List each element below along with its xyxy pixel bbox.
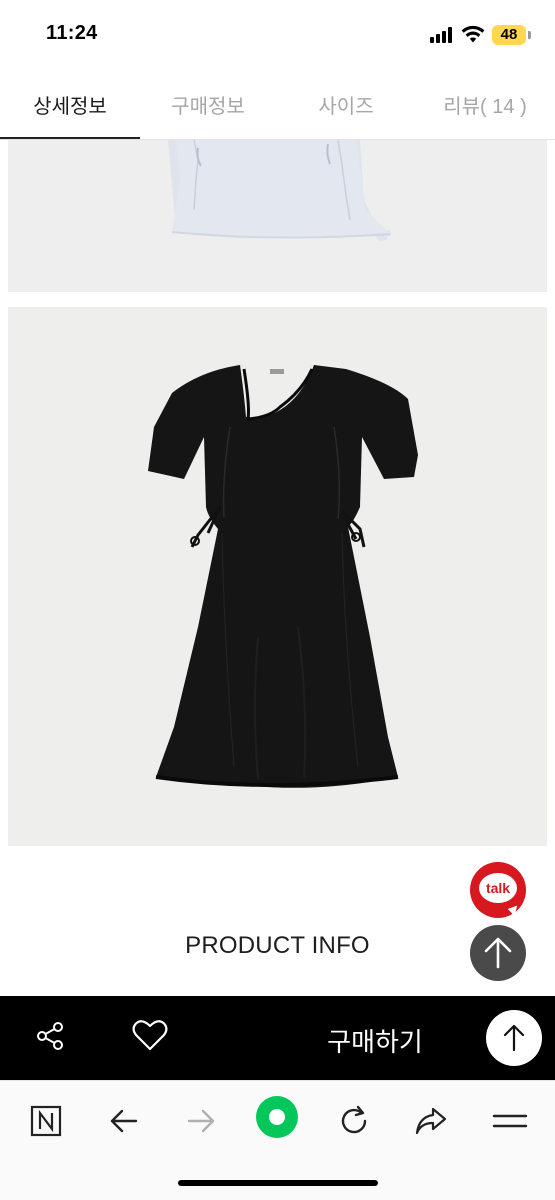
- status-bar: 11:24 48: [0, 0, 555, 68]
- scroll-top-floating-button[interactable]: [470, 925, 526, 981]
- light-blue-garment-photo: [8, 140, 547, 292]
- buy-button[interactable]: 구매하기: [300, 1022, 450, 1059]
- status-time: 11:24: [46, 22, 98, 44]
- arrow-up-icon: [503, 1024, 525, 1052]
- scroll-top-button[interactable]: [486, 1010, 542, 1066]
- tab-size[interactable]: 사이즈: [298, 90, 394, 119]
- purchase-bar: 구매하기: [0, 996, 555, 1080]
- battery-icon: 48: [492, 25, 526, 45]
- tab-reviews[interactable]: 리뷰( 14 ): [430, 90, 540, 119]
- arrow-up-icon: [484, 937, 512, 969]
- tab-detail[interactable]: 상세정보: [18, 90, 122, 119]
- tab-purchase-info[interactable]: 구매정보: [156, 90, 260, 119]
- share-arrow-icon[interactable]: [411, 1101, 451, 1141]
- product-tabs: 상세정보 구매정보 사이즈 리뷰( 14 ): [0, 68, 555, 140]
- home-indicator: [178, 1180, 378, 1186]
- battery-level: 48: [500, 26, 518, 43]
- share-icon[interactable]: [34, 1020, 66, 1052]
- forward-arrow-icon[interactable]: [181, 1101, 221, 1141]
- talk-label: talk: [485, 880, 511, 896]
- back-arrow-icon[interactable]: [104, 1101, 144, 1141]
- naver-n-icon[interactable]: [26, 1101, 66, 1141]
- heart-icon[interactable]: [132, 1018, 168, 1052]
- menu-icon[interactable]: [490, 1101, 530, 1141]
- black-dress-photo: [8, 307, 547, 846]
- green-home-icon[interactable]: [255, 1095, 299, 1139]
- battery-cap: [528, 31, 531, 39]
- reload-icon[interactable]: [334, 1101, 374, 1141]
- cellular-signal-icon: [430, 27, 456, 43]
- chat-bubble-tail: [507, 905, 521, 918]
- active-tab-indicator: [0, 137, 140, 139]
- product-page: 11:24 48 상세정보 구매정보 사이즈 리뷰( 14 ) PRODUCT …: [0, 0, 555, 1200]
- wifi-icon: [461, 25, 485, 43]
- chat-bubble-icon: talk: [479, 873, 521, 918]
- talk-chat-button[interactable]: talk: [470, 862, 526, 918]
